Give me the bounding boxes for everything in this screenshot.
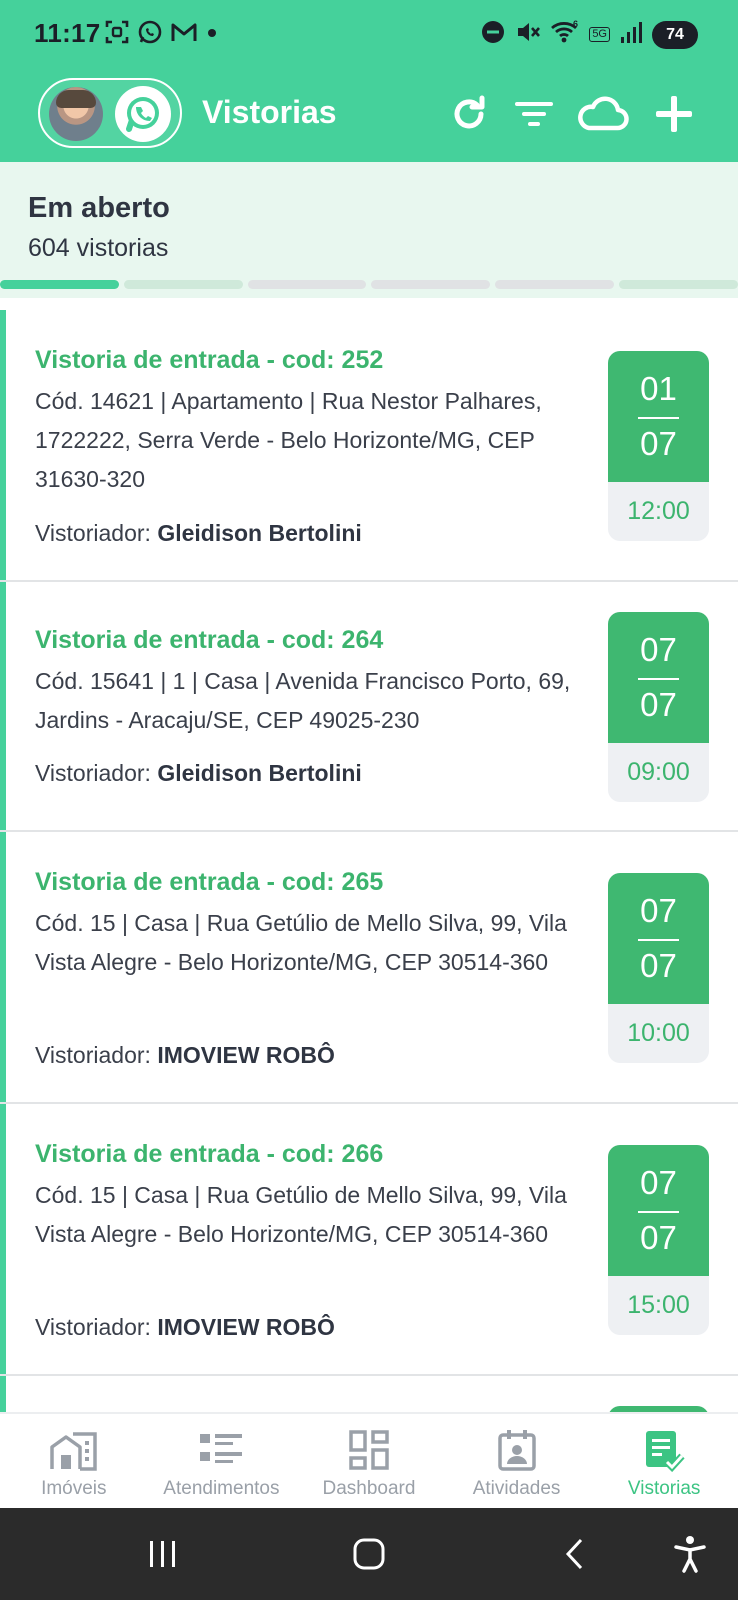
nav-item-imoveis[interactable]: Imóveis bbox=[0, 1414, 148, 1508]
inspection-address: Cód. 15 | Casa | Rua Getúlio de Mello Si… bbox=[35, 910, 567, 975]
tab-segment-5[interactable] bbox=[495, 280, 615, 289]
tab-segment-3[interactable] bbox=[247, 280, 367, 289]
inspection-title: Vistoria de entrada - cod: 266 bbox=[35, 1140, 384, 1168]
wifi-icon: 6 bbox=[550, 19, 580, 50]
inspection-address: Cód. 14621 | Apartamento | Rua Nestor Pa… bbox=[35, 388, 542, 492]
status-time: 11:17 bbox=[34, 18, 101, 48]
nav-label: Dashboard bbox=[322, 1478, 416, 1499]
network-type-icon: 5G bbox=[589, 27, 610, 42]
inspector-name: IMOVIEW ROBÔ bbox=[157, 1314, 335, 1340]
home-icon[interactable] bbox=[347, 1532, 391, 1576]
date-badge: 07 07 15:00 bbox=[608, 1145, 709, 1335]
inspection-card[interactable]: Vistoria de entrada - cod: 264 Cód. 1564… bbox=[0, 582, 738, 832]
section-count: 604 vistorias bbox=[28, 234, 169, 262]
cloud-icon[interactable] bbox=[574, 92, 630, 136]
date-month: 07 bbox=[640, 425, 677, 462]
card-accent-bar bbox=[0, 582, 6, 830]
calendar-icon bbox=[491, 1428, 543, 1472]
filter-icon[interactable] bbox=[512, 92, 556, 136]
inspection-inspector: Vistoriador: IMOVIEW ROBÔ bbox=[35, 1042, 335, 1068]
avatar[interactable] bbox=[49, 87, 103, 141]
nav-item-atividades[interactable]: Atividades bbox=[443, 1414, 591, 1508]
list-icon bbox=[195, 1428, 247, 1472]
tab-segment-4[interactable] bbox=[371, 280, 491, 289]
screenshot-icon bbox=[104, 19, 130, 50]
nav-item-vistorias[interactable]: Vistorias bbox=[590, 1414, 738, 1508]
status-system-icons: 6 5G 74 bbox=[480, 19, 698, 50]
inspection-title: Vistoria de entrada - cod: 264 bbox=[35, 626, 384, 654]
buildings-icon bbox=[48, 1428, 100, 1472]
date-time: 15:00 bbox=[627, 1291, 690, 1319]
nav-item-dashboard[interactable]: Dashboard bbox=[295, 1414, 443, 1508]
do-not-disturb-icon bbox=[480, 19, 506, 50]
tab-segment-2[interactable] bbox=[123, 280, 243, 289]
bottom-navigation: Imóveis Atendimentos Dashboard Atividade… bbox=[0, 1412, 738, 1508]
nav-label: Atividades bbox=[472, 1478, 561, 1499]
date-month: 07 bbox=[640, 947, 677, 984]
whatsapp-notification-icon bbox=[137, 19, 163, 50]
nav-label: Imóveis bbox=[41, 1478, 107, 1499]
inspection-card[interactable]: Vistoria de entrada - cod: 266 Cód. 15 |… bbox=[0, 1104, 738, 1376]
tab-segment-1[interactable] bbox=[0, 280, 119, 289]
recent-apps-icon[interactable] bbox=[141, 1532, 185, 1576]
inspection-inspector: Vistoriador: Gleidison Bertolini bbox=[35, 520, 362, 546]
add-icon[interactable] bbox=[652, 92, 696, 136]
inspector-name: Gleidison Bertolini bbox=[157, 760, 362, 786]
inspection-card[interactable]: Vistoria de entrada - cod: 265 Cód. 15 |… bbox=[0, 832, 738, 1104]
inspector-name: IMOVIEW ROBÔ bbox=[157, 1042, 335, 1068]
inspection-address: Cód. 15 | Casa | Rua Getúlio de Mello Si… bbox=[35, 1182, 567, 1247]
nav-label: Atendimentos bbox=[163, 1478, 280, 1499]
date-day: 07 bbox=[640, 892, 677, 929]
date-month: 07 bbox=[640, 686, 677, 723]
inspection-address: Cód. 15641 | 1 | Casa | Avenida Francisc… bbox=[35, 668, 571, 733]
date-month: 07 bbox=[640, 1219, 677, 1256]
system-navigation-bar bbox=[0, 1508, 738, 1600]
tab-segment-6[interactable] bbox=[619, 280, 738, 289]
card-accent-bar bbox=[0, 1104, 6, 1374]
back-icon[interactable] bbox=[554, 1532, 598, 1576]
inspection-inspector: Vistoriador: IMOVIEW ROBÔ bbox=[35, 1314, 335, 1340]
refresh-icon[interactable] bbox=[447, 92, 491, 136]
section-header: Em aberto 604 vistorias bbox=[0, 162, 738, 298]
dashboard-icon bbox=[343, 1428, 395, 1472]
nav-label: Vistorias bbox=[627, 1478, 701, 1499]
mute-icon bbox=[515, 19, 541, 50]
whatsapp-icon[interactable] bbox=[115, 86, 171, 142]
accessibility-icon[interactable] bbox=[668, 1532, 712, 1576]
battery-indicator: 74 bbox=[652, 20, 698, 49]
card-accent-bar bbox=[0, 1376, 6, 1416]
date-day: 01 bbox=[640, 370, 677, 407]
clipboard-check-icon bbox=[638, 1428, 690, 1472]
svg-text:6: 6 bbox=[573, 19, 578, 29]
status-bar: 11:17 6 5G 74 bbox=[0, 0, 738, 68]
dot-icon bbox=[205, 19, 219, 50]
nav-item-atendimentos[interactable]: Atendimentos bbox=[148, 1414, 296, 1508]
inspection-card[interactable]: Vistoria de entrada - cod: 252 Cód. 1462… bbox=[0, 310, 738, 582]
app-bar: Vistorias bbox=[0, 68, 738, 162]
inspection-inspector: Vistoriador: Gleidison Bertolini bbox=[35, 760, 362, 786]
inspection-card[interactable] bbox=[0, 1376, 738, 1426]
date-time: 10:00 bbox=[627, 1019, 690, 1047]
date-badge: 07 07 10:00 bbox=[608, 873, 709, 1063]
date-time: 09:00 bbox=[627, 758, 690, 786]
status-notification-icons bbox=[104, 19, 219, 50]
card-accent-bar bbox=[0, 310, 6, 580]
gmail-icon bbox=[170, 19, 198, 50]
page-title: Vistorias bbox=[202, 94, 337, 130]
signal-icon bbox=[619, 19, 643, 50]
account-switcher[interactable] bbox=[38, 78, 182, 148]
section-title: Em aberto bbox=[28, 192, 170, 224]
date-badge: 07 07 09:00 bbox=[608, 612, 709, 802]
inspector-name: Gleidison Bertolini bbox=[157, 520, 362, 546]
status-tabs bbox=[0, 280, 738, 289]
inspection-title: Vistoria de entrada - cod: 265 bbox=[35, 868, 384, 896]
date-badge: 01 07 12:00 bbox=[608, 351, 709, 541]
card-accent-bar bbox=[0, 832, 6, 1102]
date-time: 12:00 bbox=[627, 497, 690, 525]
date-day: 07 bbox=[640, 631, 677, 668]
inspection-title: Vistoria de entrada - cod: 252 bbox=[35, 346, 384, 374]
date-day: 07 bbox=[640, 1164, 677, 1201]
